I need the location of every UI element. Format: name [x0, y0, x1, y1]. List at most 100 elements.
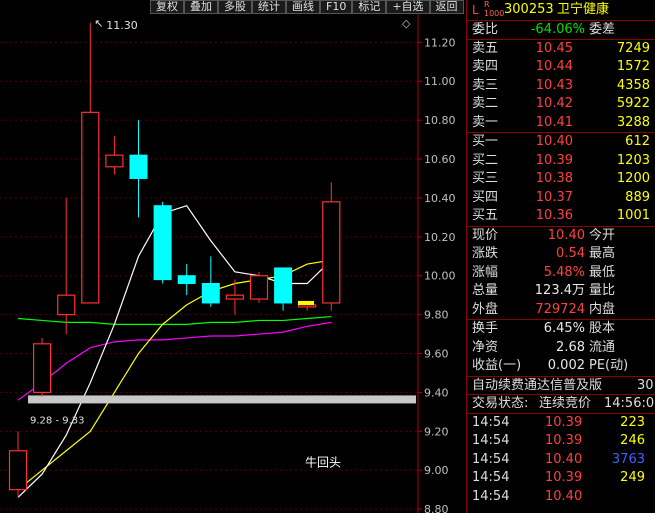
stat-label: 涨幅	[472, 264, 499, 280]
y-tick-label: 9.40	[424, 386, 449, 399]
order-label: 卖五	[472, 40, 499, 56]
order-row[interactable]: 卖一 10.41 3288	[467, 114, 655, 133]
toolbar-button[interactable]: 画线	[286, 0, 320, 14]
y-tick-label: 11.20	[424, 36, 456, 49]
y-tick-label: 10.40	[424, 192, 456, 205]
tick-volume: 3763	[611, 451, 645, 467]
chart-toolbar: 复权 叠加 多股 统计 画线 F10 标记 +自选 返回	[150, 0, 464, 14]
tick-time: 14:54	[472, 433, 510, 448]
kline-chart[interactable]: 11.20 11.00 10.80 10.60 10.40 10.20 10.00 9.80 9…	[0, 0, 465, 513]
tick-row[interactable]: 14:54 10.39 249	[467, 469, 655, 488]
order-row[interactable]: 卖五 10.45 7249	[467, 40, 655, 59]
order-row[interactable]: 买三 10.38 1200	[467, 170, 655, 189]
order-price: 10.41	[535, 114, 573, 130]
candle-body	[8, 450, 28, 491]
order-row[interactable]: 买四 10.37 889	[467, 189, 655, 208]
trade-status-time: 14:56:0	[604, 396, 655, 411]
candle-body	[153, 205, 172, 281]
weibi-row: 委比 -64.06% 委差	[467, 20, 655, 39]
order-label: 买四	[472, 189, 499, 205]
stat-value: 123.4万	[534, 283, 585, 298]
stat-value: 6.45%	[543, 321, 585, 336]
stat-row: 涨幅 5.48% 最低	[467, 264, 655, 283]
y-tick-label: 9.80	[424, 309, 449, 322]
tick-time: 14:54	[472, 451, 510, 467]
order-row[interactable]: 买五 10.36 1001	[467, 207, 655, 226]
stat-label: 涨跌	[472, 246, 499, 261]
order-row[interactable]: 卖四 10.44 1572	[467, 58, 655, 77]
banner-row[interactable]: 自动续费通达信普及版 30	[467, 375, 655, 396]
stat-label-2: 流通	[589, 339, 616, 355]
stat-label-2: 最高	[589, 246, 616, 261]
tick-time: 14:54	[472, 470, 510, 485]
candle-body	[201, 283, 220, 304]
order-row[interactable]: 卖二 10.42 5922	[467, 95, 655, 114]
toolbar-button[interactable]: F10	[320, 0, 353, 14]
tick-row[interactable]: 14:54 10.40 3763	[467, 451, 655, 470]
stat-label-2: PE(动)	[589, 358, 629, 373]
stat-row: 收益(一) 0.002 PE(动)	[467, 357, 655, 376]
tick-row[interactable]: 14:54 10.39 223	[467, 414, 655, 433]
banner-extra: 30	[637, 377, 654, 393]
trade-status-row: 交易状态: 连续竞价 14:56:0	[467, 394, 655, 413]
ma60-line	[17, 315, 332, 325]
kline-svg[interactable]: 11.20 11.00 10.80 10.60 10.40 10.20 10.00 9.80 9…	[0, 0, 465, 513]
y-tick-label: 9.60	[424, 348, 449, 361]
stat-label-2: 最低	[589, 264, 616, 280]
stat-label: 净资	[472, 339, 499, 355]
high-label: 11.30	[106, 19, 138, 32]
stat-row: 总量 123.4万 量比	[467, 282, 655, 301]
toolbar-button[interactable]: 多股	[218, 0, 252, 14]
high-marker-icon: ↖	[94, 17, 103, 30]
trade-status-label: 交易状态:	[472, 396, 529, 411]
tick-row[interactable]: 14:54 10.40	[467, 488, 655, 507]
level2-icon: L	[472, 3, 479, 17]
candle-body	[322, 201, 341, 304]
toolbar-button[interactable]: 返回	[429, 0, 464, 14]
candle-body	[177, 275, 196, 285]
stats2-list: 换手 6.45% 股本 净资 2.68 流通 收益(一) 0.002 PE(动)	[467, 319, 655, 376]
stat-label-2: 今开	[589, 227, 616, 243]
y-tick-label: 9.20	[424, 425, 449, 438]
order-price: 10.42	[535, 96, 573, 111]
toolbar-button[interactable]: 复权	[150, 0, 184, 14]
price-marker	[298, 300, 314, 305]
r-badge-icon: R 1000	[484, 0, 505, 18]
candle-body	[32, 343, 52, 394]
bid-list: 买一 10.40 612 买二 10.39 1203 买三 10.38 1200 买四 10.37 8…	[467, 132, 655, 226]
order-label: 买三	[472, 171, 499, 186]
order-price: 10.37	[535, 189, 573, 205]
toolbar-button[interactable]: 叠加	[184, 0, 218, 14]
stock-code: 300253	[504, 2, 554, 17]
trade-status-value: 连续竞价	[539, 396, 592, 411]
y-tick-label: 8.80	[424, 503, 449, 513]
stat-label: 外盘	[472, 301, 499, 317]
order-volume: 4358	[616, 77, 650, 93]
order-label: 买一	[472, 134, 499, 149]
tick-price: 10.39	[545, 414, 583, 430]
order-row[interactable]: 买二 10.39 1203	[467, 152, 655, 171]
stat-label: 换手	[472, 321, 499, 336]
weibi-label: 委比	[472, 22, 499, 37]
annotation-text: 牛回头	[305, 454, 341, 469]
tick-price: 10.39	[545, 433, 583, 448]
stat-value: 0.54	[556, 246, 585, 261]
stat-value: 2.68	[556, 339, 585, 355]
order-volume: 1200	[616, 171, 650, 186]
ma20-line	[17, 321, 332, 401]
toolbar-button[interactable]: 标记	[352, 0, 387, 14]
candle-body	[57, 294, 76, 316]
order-row[interactable]: 买一 10.40 612	[467, 133, 655, 152]
y-tick-label: 9.00	[424, 464, 449, 477]
stock-name: 卫宁健康	[557, 2, 610, 17]
order-row[interactable]: 卖三 10.43 4358	[467, 77, 655, 96]
order-label: 买五	[472, 208, 499, 223]
toolbar-button[interactable]: +自选	[386, 0, 430, 14]
quote-panel: L R 1000 300253 卫宁健康 委比 -64.06% 委差 卖五 10.4…	[466, 0, 655, 513]
toolbar-button[interactable]: 统计	[252, 0, 286, 14]
tick-list[interactable]: 14:54 10.39 223 14:54 10.39 246 14:54 10.40 3763…	[467, 412, 655, 507]
y-tick-label: 10.20	[424, 231, 456, 244]
order-price: 10.38	[535, 171, 573, 186]
tick-row[interactable]: 14:54 10.39 246	[467, 432, 655, 451]
banner-text[interactable]: 自动续费通达信普及版	[472, 377, 602, 396]
